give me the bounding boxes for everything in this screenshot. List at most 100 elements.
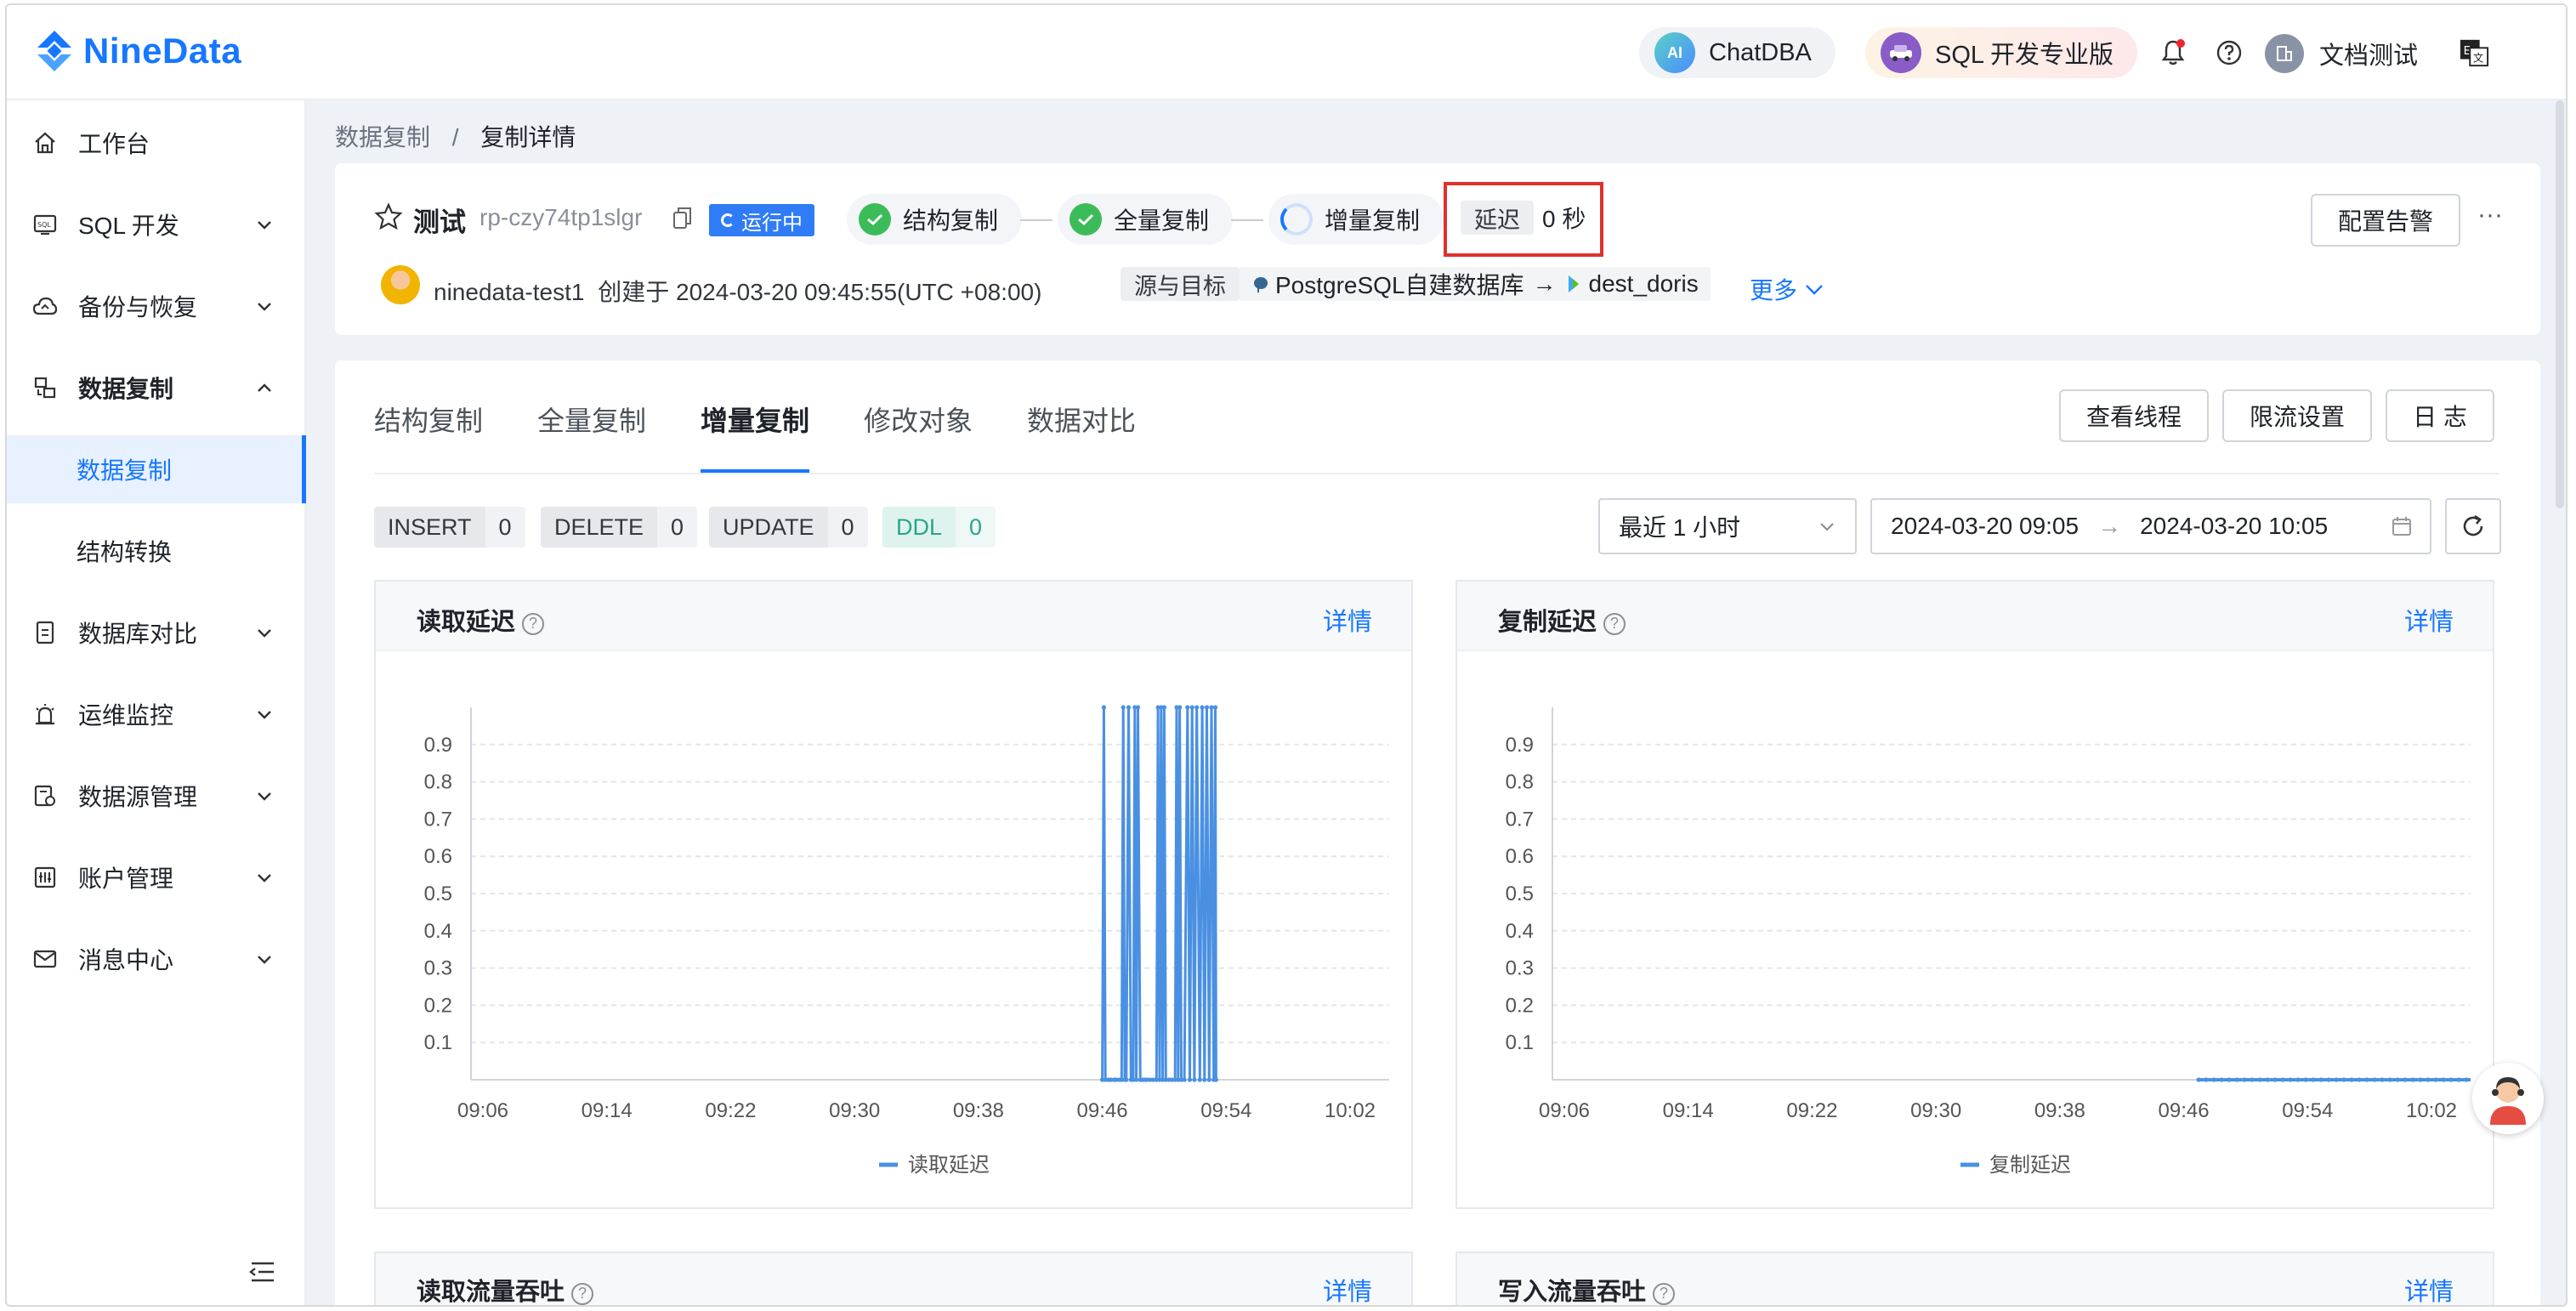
details-link[interactable]: 详情 bbox=[1323, 602, 1372, 638]
star-icon[interactable] bbox=[374, 202, 403, 231]
target-name[interactable]: dest_doris bbox=[1589, 270, 1699, 298]
details-link[interactable]: 详情 bbox=[1323, 1272, 1372, 1307]
sidebar-item-datasource[interactable]: 数据源管理 bbox=[7, 762, 306, 830]
account-icon bbox=[32, 865, 58, 890]
car-icon bbox=[1881, 32, 1921, 73]
assistant-avatar-button[interactable] bbox=[2472, 1063, 2544, 1134]
y-tick-label: 0.5 bbox=[424, 883, 452, 905]
tab-data-compare[interactable]: 数据对比 bbox=[1027, 400, 1136, 439]
sidebar-item-monitor[interactable]: 运维监控 bbox=[7, 680, 306, 748]
y-tick-label: 0.4 bbox=[424, 920, 452, 943]
source-name[interactable]: PostgreSQL自建数据库 bbox=[1275, 267, 1524, 301]
scrollbar[interactable] bbox=[2556, 100, 2564, 508]
sql-edition-button[interactable]: SQL 开发专业版 bbox=[1865, 27, 2137, 78]
details-link[interactable]: 详情 bbox=[2404, 602, 2454, 638]
collapse-sidebar-icon[interactable] bbox=[248, 1260, 277, 1288]
tab-schema-replication[interactable]: 结构复制 bbox=[374, 400, 483, 439]
tab-modify-objects[interactable]: 修改对象 bbox=[864, 400, 973, 439]
details-link[interactable]: 详情 bbox=[2404, 1272, 2454, 1307]
step-schema[interactable]: 结构复制 bbox=[847, 194, 1022, 245]
data-point bbox=[2204, 1077, 2208, 1081]
tab-incremental-replication[interactable]: 增量复制 bbox=[701, 400, 809, 439]
mail-icon bbox=[32, 946, 58, 972]
counter-label: DDL bbox=[882, 507, 956, 548]
sidebar-item-backup[interactable]: 备份与恢复 bbox=[7, 272, 306, 340]
data-point bbox=[1126, 705, 1131, 709]
sidebar-item-db-compare[interactable]: 数据库对比 bbox=[7, 599, 306, 667]
time-range-select[interactable]: 最近 1 小时 bbox=[1598, 498, 1857, 554]
configure-alarm-button[interactable]: 配置告警 bbox=[2311, 194, 2460, 247]
data-point bbox=[1185, 705, 1189, 709]
status-badge: 运行中 bbox=[709, 204, 814, 236]
sidebar-item-messages[interactable]: 消息中心 bbox=[7, 925, 306, 993]
date-range-picker[interactable]: 2024-03-20 09:05 → 2024-03-20 10:05 bbox=[1870, 498, 2431, 554]
step-full[interactable]: 全量复制 bbox=[1058, 194, 1233, 245]
start-date-input[interactable]: 2024-03-20 09:05 bbox=[1891, 513, 2079, 540]
sidebar-item-label: 数据源管理 bbox=[78, 779, 197, 813]
loading-icon bbox=[1280, 203, 1313, 236]
sidebar-subitem-schema-convert[interactable]: 结构转换 bbox=[7, 517, 306, 585]
delay-label: 延迟 bbox=[1461, 201, 1534, 235]
chevron-down-icon bbox=[1818, 517, 1836, 536]
sidebar-item-account[interactable]: 账户管理 bbox=[7, 843, 306, 911]
data-point bbox=[2234, 1077, 2238, 1081]
panel-header: 写入流量吞吐? 详情 bbox=[1457, 1253, 2493, 1307]
check-circle-icon bbox=[859, 203, 891, 236]
data-point bbox=[1188, 1077, 1192, 1081]
refresh-button[interactable] bbox=[2445, 498, 2501, 554]
help-icon[interactable]: ? bbox=[522, 613, 544, 635]
step-incremental[interactable]: 增量复制 bbox=[1268, 194, 1444, 245]
sidebar-item-sql[interactable]: SQL SQL 开发 bbox=[7, 190, 306, 258]
language-icon[interactable]: En文 bbox=[2459, 37, 2489, 68]
y-tick-label: 0.9 bbox=[424, 734, 452, 757]
creator-name: ninedata-test1 bbox=[434, 279, 584, 305]
y-tick-label: 0.7 bbox=[424, 808, 452, 831]
more-link[interactable]: 更多 bbox=[1750, 272, 1824, 306]
status-label: 运行中 bbox=[741, 206, 803, 236]
bell-icon[interactable] bbox=[2158, 37, 2188, 68]
data-point bbox=[2410, 1077, 2414, 1081]
x-tick-label: 09:38 bbox=[953, 1099, 1004, 1122]
help-icon[interactable]: ? bbox=[571, 1283, 593, 1305]
more-menu-icon[interactable]: ··· bbox=[2477, 201, 2503, 230]
data-point bbox=[2288, 1077, 2292, 1081]
panel-title: 复制延迟? bbox=[1498, 602, 1626, 638]
view-threads-button[interactable]: 查看线程 bbox=[2059, 389, 2209, 442]
x-tick-label: 09:38 bbox=[2034, 1099, 2085, 1122]
sidebar-item-replication[interactable]: 数据复制 bbox=[7, 354, 306, 422]
data-point bbox=[2341, 1077, 2346, 1081]
x-tick-label: 09:54 bbox=[1200, 1099, 1251, 1122]
end-date-input[interactable]: 2024-03-20 10:05 bbox=[2140, 513, 2328, 540]
doris-icon bbox=[1565, 274, 1584, 294]
help-icon[interactable]: ? bbox=[1653, 1283, 1675, 1305]
x-tick-label: 09:14 bbox=[582, 1099, 633, 1122]
legend-label: 读取延迟 bbox=[908, 1154, 990, 1177]
data-point bbox=[2349, 1077, 2353, 1081]
counter-value: 0 bbox=[828, 507, 868, 548]
rate-limit-button[interactable]: 限流设置 bbox=[2222, 389, 2372, 442]
help-icon[interactable] bbox=[2214, 37, 2244, 68]
counter-value: 0 bbox=[956, 507, 996, 548]
user-menu[interactable]: 文档测试 bbox=[2265, 34, 2418, 73]
x-tick-label: 09:30 bbox=[1910, 1099, 1961, 1122]
ninedata-logo[interactable]: NineData bbox=[31, 27, 241, 75]
data-point bbox=[1200, 705, 1204, 709]
delete-counter: DELETE0 bbox=[541, 507, 697, 548]
data-point bbox=[2257, 1077, 2261, 1081]
sql-icon: SQL bbox=[32, 212, 58, 237]
help-icon[interactable]: ? bbox=[1603, 613, 1626, 635]
data-point bbox=[2280, 1077, 2284, 1081]
logs-button[interactable]: 日 志 bbox=[2386, 389, 2494, 442]
write-throughput-panel: 写入流量吞吐? 详情 bbox=[1455, 1251, 2494, 1307]
logs-label: 日 志 bbox=[2413, 399, 2467, 433]
data-point bbox=[2211, 1077, 2216, 1081]
counter-label: UPDATE bbox=[709, 507, 828, 548]
sidebar-item-workbench[interactable]: 工作台 bbox=[7, 109, 306, 177]
sidebar-subitem-replication[interactable]: 数据复制 bbox=[7, 435, 306, 503]
step-connector bbox=[1231, 219, 1263, 221]
configure-alarm-label: 配置告警 bbox=[2338, 203, 2433, 237]
breadcrumb-parent[interactable]: 数据复制 bbox=[335, 124, 430, 150]
copy-icon[interactable] bbox=[672, 206, 694, 231]
chatdba-button[interactable]: AI ChatDBA bbox=[1639, 27, 1836, 78]
tab-full-replication[interactable]: 全量复制 bbox=[537, 400, 646, 439]
